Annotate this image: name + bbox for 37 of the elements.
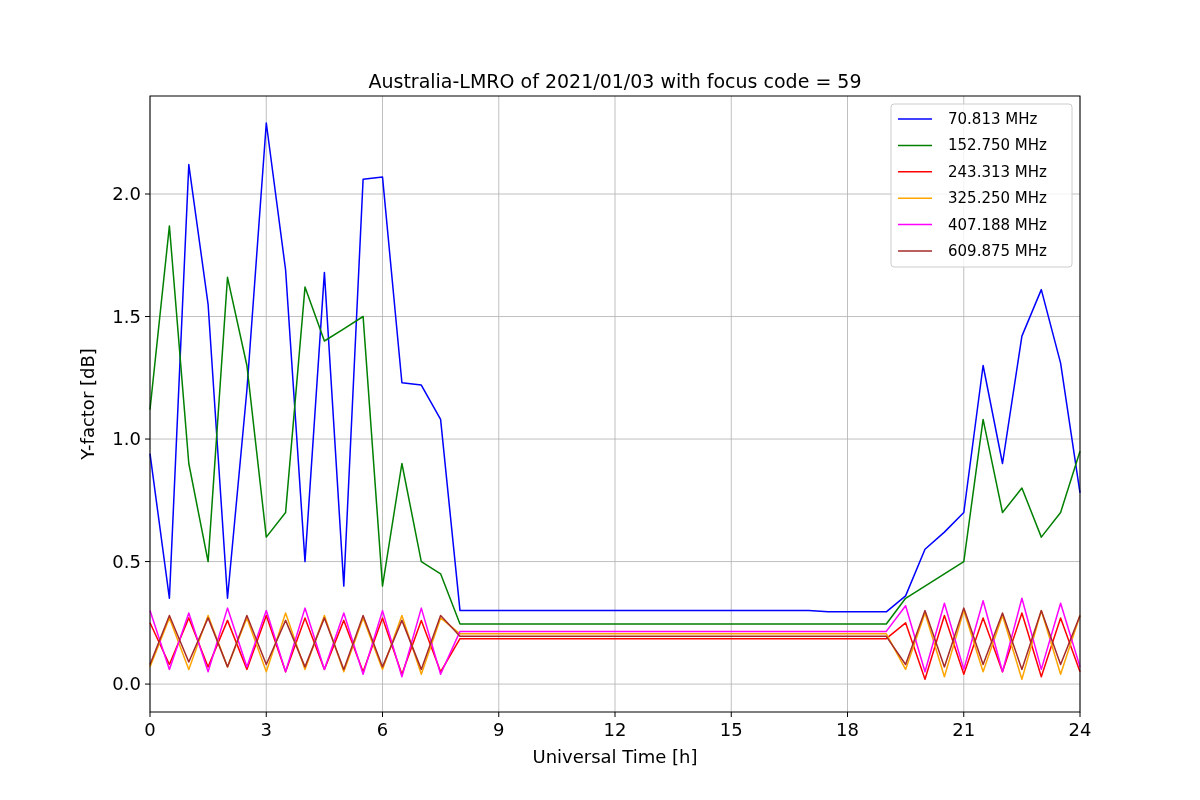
x-tick-label: 3 [260, 719, 272, 740]
tick-mark [730, 711, 732, 718]
y-axis-label: Y-factor [dB] [77, 348, 98, 460]
x-tick-label: 21 [952, 719, 976, 740]
x-tick-label: 12 [603, 719, 627, 740]
y-tick-label: 1.5 [112, 305, 141, 327]
y-tick-label: 2.0 [112, 183, 141, 204]
tick-mark [144, 561, 151, 563]
tick-mark [265, 711, 267, 718]
y-tick-label: 0.0 [112, 673, 141, 695]
x-tick-label: 0 [144, 719, 156, 740]
tick-mark [144, 316, 151, 318]
chart-title: Australia-LMRO of 2021/01/03 with focus code = 59 [368, 70, 862, 92]
tick-mark [963, 711, 965, 718]
tick-mark [847, 711, 848, 718]
tick-mark [144, 193, 151, 195]
tick-mark [149, 711, 151, 718]
legend-label: 243.313 MHz [948, 162, 1047, 181]
x-tick-label: 24 [1068, 719, 1092, 740]
legend-label: 325.250 MHz [948, 189, 1047, 208]
x-tick-label: 18 [836, 719, 859, 740]
legend-label: 70.813 MHz [948, 110, 1038, 128]
legend-label: 609.875 MHz [948, 242, 1047, 260]
x-axis-label: Universal Time [h] [532, 746, 698, 767]
tick-mark [144, 683, 151, 685]
tick-mark [614, 711, 616, 718]
x-tick-label: 9 [493, 719, 505, 740]
tick-mark [498, 711, 500, 718]
x-tick-label: 15 [719, 719, 743, 740]
legend-label: 407.188 MHz [948, 215, 1047, 234]
tick-mark [1079, 711, 1081, 718]
y-tick-label: 1.0 [112, 428, 141, 450]
y-tick-label: 0.5 [112, 550, 141, 572]
tick-mark [382, 711, 383, 718]
x-tick-label: 6 [376, 719, 389, 740]
tick-mark [144, 438, 151, 440]
legend-label: 152.750 MHz [948, 136, 1047, 155]
